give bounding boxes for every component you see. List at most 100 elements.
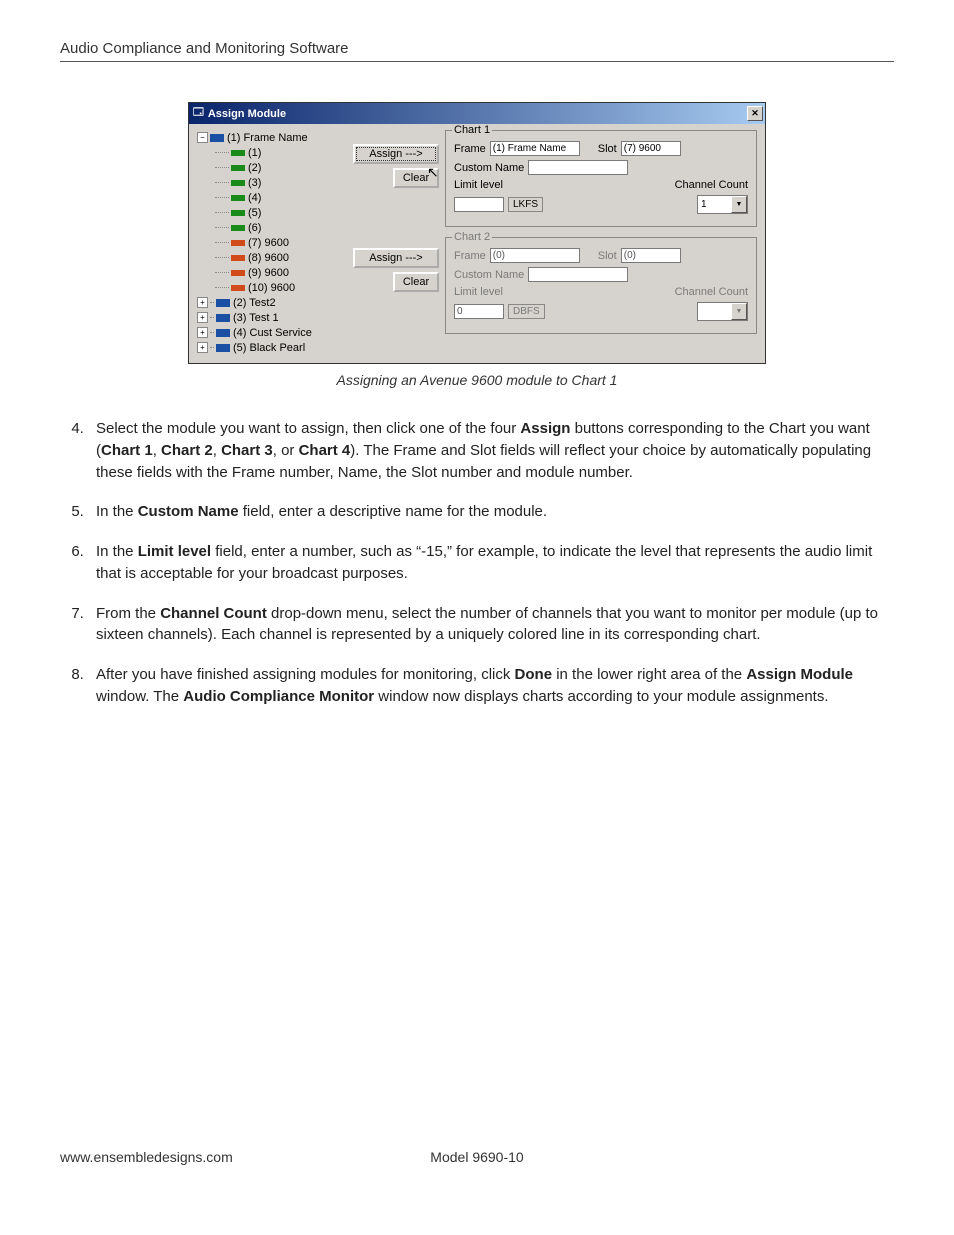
tree-slot[interactable]: (10) 9600 — [197, 280, 347, 295]
frame-label: Frame — [454, 250, 486, 262]
tree-slot[interactable]: (9) 9600 — [197, 265, 347, 280]
module-tree[interactable]: − (1) Frame Name (1) (2) (3) (4) (5) (6)… — [197, 130, 347, 355]
step-7: From the Channel Count drop-down menu, s… — [88, 603, 894, 647]
app-icon: 🗔 — [193, 105, 204, 122]
tree-label: (5) — [248, 207, 261, 219]
figure-caption: Assigning an Avenue 9600 module to Chart… — [60, 372, 894, 388]
tree-label: (5) Black Pearl — [233, 342, 305, 354]
chart2-fieldset: Chart 2 Frame Slot Custom Name Limit lev… — [445, 237, 757, 334]
tree-label: (7) 9600 — [248, 237, 289, 249]
slot-icon — [231, 180, 245, 186]
slot-icon — [231, 225, 245, 231]
chart1-slot-input[interactable] — [621, 141, 681, 156]
tree-frame[interactable]: + (2) Test2 — [197, 295, 347, 310]
rack-icon — [216, 299, 230, 307]
chart1-frame-input[interactable] — [490, 141, 580, 156]
tree-slot[interactable]: (2) — [197, 160, 347, 175]
window-title: Assign Module — [208, 108, 286, 120]
chart2-unit-label: DBFS — [508, 304, 545, 319]
tree-slot[interactable]: (5) — [197, 205, 347, 220]
step-6: In the Limit level field, enter a number… — [88, 541, 894, 585]
slot-icon — [231, 270, 245, 276]
expand-icon[interactable]: + — [197, 342, 208, 353]
footer-model: Model 9690-10 — [60, 1149, 894, 1165]
page-footer: www.ensembledesigns.com Model 9690-10 — [60, 1149, 894, 1165]
tree-frame[interactable]: + (3) Test 1 — [197, 310, 347, 325]
close-button[interactable]: ✕ — [747, 106, 763, 121]
chart1-custom-name-input[interactable] — [528, 160, 628, 175]
custom-name-label: Custom Name — [454, 269, 524, 281]
collapse-icon[interactable]: − — [197, 132, 208, 143]
slot-icon — [231, 150, 245, 156]
chart2-frame-input — [490, 248, 580, 263]
chevron-down-icon: ▼ — [731, 303, 747, 320]
tree-label: (3) — [248, 177, 261, 189]
tree-label: (3) Test 1 — [233, 312, 279, 324]
tree-slot[interactable]: (1) — [197, 145, 347, 160]
chart1-limit-input[interactable] — [454, 197, 504, 212]
tree-label: (2) — [248, 162, 261, 174]
chart2-limit-input — [454, 304, 504, 319]
slot-icon — [231, 285, 245, 291]
step-4: Select the module you want to assign, th… — [88, 418, 894, 483]
window-titlebar: 🗔 Assign Module ✕ — [189, 103, 765, 124]
tree-label: (4) — [248, 192, 261, 204]
clear-button-chart1[interactable]: Clear — [393, 168, 439, 188]
frame-label: Frame — [454, 143, 486, 155]
tree-label: (2) Test2 — [233, 297, 276, 309]
slot-icon — [231, 240, 245, 246]
tree-label: (4) Cust Service — [233, 327, 312, 339]
tree-frame[interactable]: + (5) Black Pearl — [197, 340, 347, 355]
tree-slot[interactable]: (6) — [197, 220, 347, 235]
channel-count-label: Channel Count — [675, 286, 748, 298]
chart1-legend: Chart 1 — [452, 124, 492, 136]
custom-name-label: Custom Name — [454, 162, 524, 174]
tree-slot[interactable]: (7) 9600 — [197, 235, 347, 250]
rack-icon — [216, 329, 230, 337]
rack-icon — [210, 134, 224, 142]
chart1-fieldset: Chart 1 Frame Slot Custom Name Limit lev… — [445, 130, 757, 227]
chart1-unit-label: LKFS — [508, 197, 543, 212]
slot-label: Slot — [598, 250, 617, 262]
tree-frame-root[interactable]: − (1) Frame Name — [197, 130, 347, 145]
slot-icon — [231, 255, 245, 261]
tree-slot[interactable]: (3) — [197, 175, 347, 190]
limit-level-label: Limit level — [454, 179, 503, 191]
slot-icon — [231, 195, 245, 201]
assign-button-chart2[interactable]: Assign ---> — [353, 248, 439, 268]
select-value: 1 — [701, 199, 731, 210]
assign-button-chart1[interactable]: Assign ---> — [353, 144, 439, 164]
assign-module-window: 🗔 Assign Module ✕ − (1) Frame Name (1) (… — [188, 102, 766, 364]
slot-label: Slot — [598, 143, 617, 155]
tree-label: (1) Frame Name — [227, 132, 308, 144]
rack-icon — [216, 344, 230, 352]
expand-icon[interactable]: + — [197, 297, 208, 308]
slot-icon — [231, 165, 245, 171]
assign-buttons-chart1: Assign ---> ↖ Clear Assign ---> Clear — [353, 130, 439, 355]
expand-icon[interactable]: + — [197, 327, 208, 338]
rack-icon — [216, 314, 230, 322]
expand-icon[interactable]: + — [197, 312, 208, 323]
chart1-channel-count-select[interactable]: 1 ▼ — [697, 195, 748, 214]
chart2-legend: Chart 2 — [452, 231, 492, 243]
chevron-down-icon: ▼ — [731, 196, 747, 213]
screenshot-container: 🗔 Assign Module ✕ − (1) Frame Name (1) (… — [60, 102, 894, 364]
limit-level-label: Limit level — [454, 286, 503, 298]
tree-label: (10) 9600 — [248, 282, 295, 294]
tree-label: (8) 9600 — [248, 252, 289, 264]
instruction-list: Select the module you want to assign, th… — [60, 418, 894, 708]
tree-slot[interactable]: (8) 9600 — [197, 250, 347, 265]
chart2-channel-count-select: ▼ — [697, 302, 748, 321]
tree-label: (9) 9600 — [248, 267, 289, 279]
chart2-custom-name-input — [528, 267, 628, 282]
tree-frame[interactable]: + (4) Cust Service — [197, 325, 347, 340]
clear-button-chart2[interactable]: Clear — [393, 272, 439, 292]
chart2-slot-input — [621, 248, 681, 263]
channel-count-label: Channel Count — [675, 179, 748, 191]
step-8: After you have finished assigning module… — [88, 664, 894, 708]
tree-label: (1) — [248, 147, 261, 159]
page-header: Audio Compliance and Monitoring Software — [60, 40, 894, 62]
tree-slot[interactable]: (4) — [197, 190, 347, 205]
step-5: In the Custom Name field, enter a descri… — [88, 501, 894, 523]
slot-icon — [231, 210, 245, 216]
